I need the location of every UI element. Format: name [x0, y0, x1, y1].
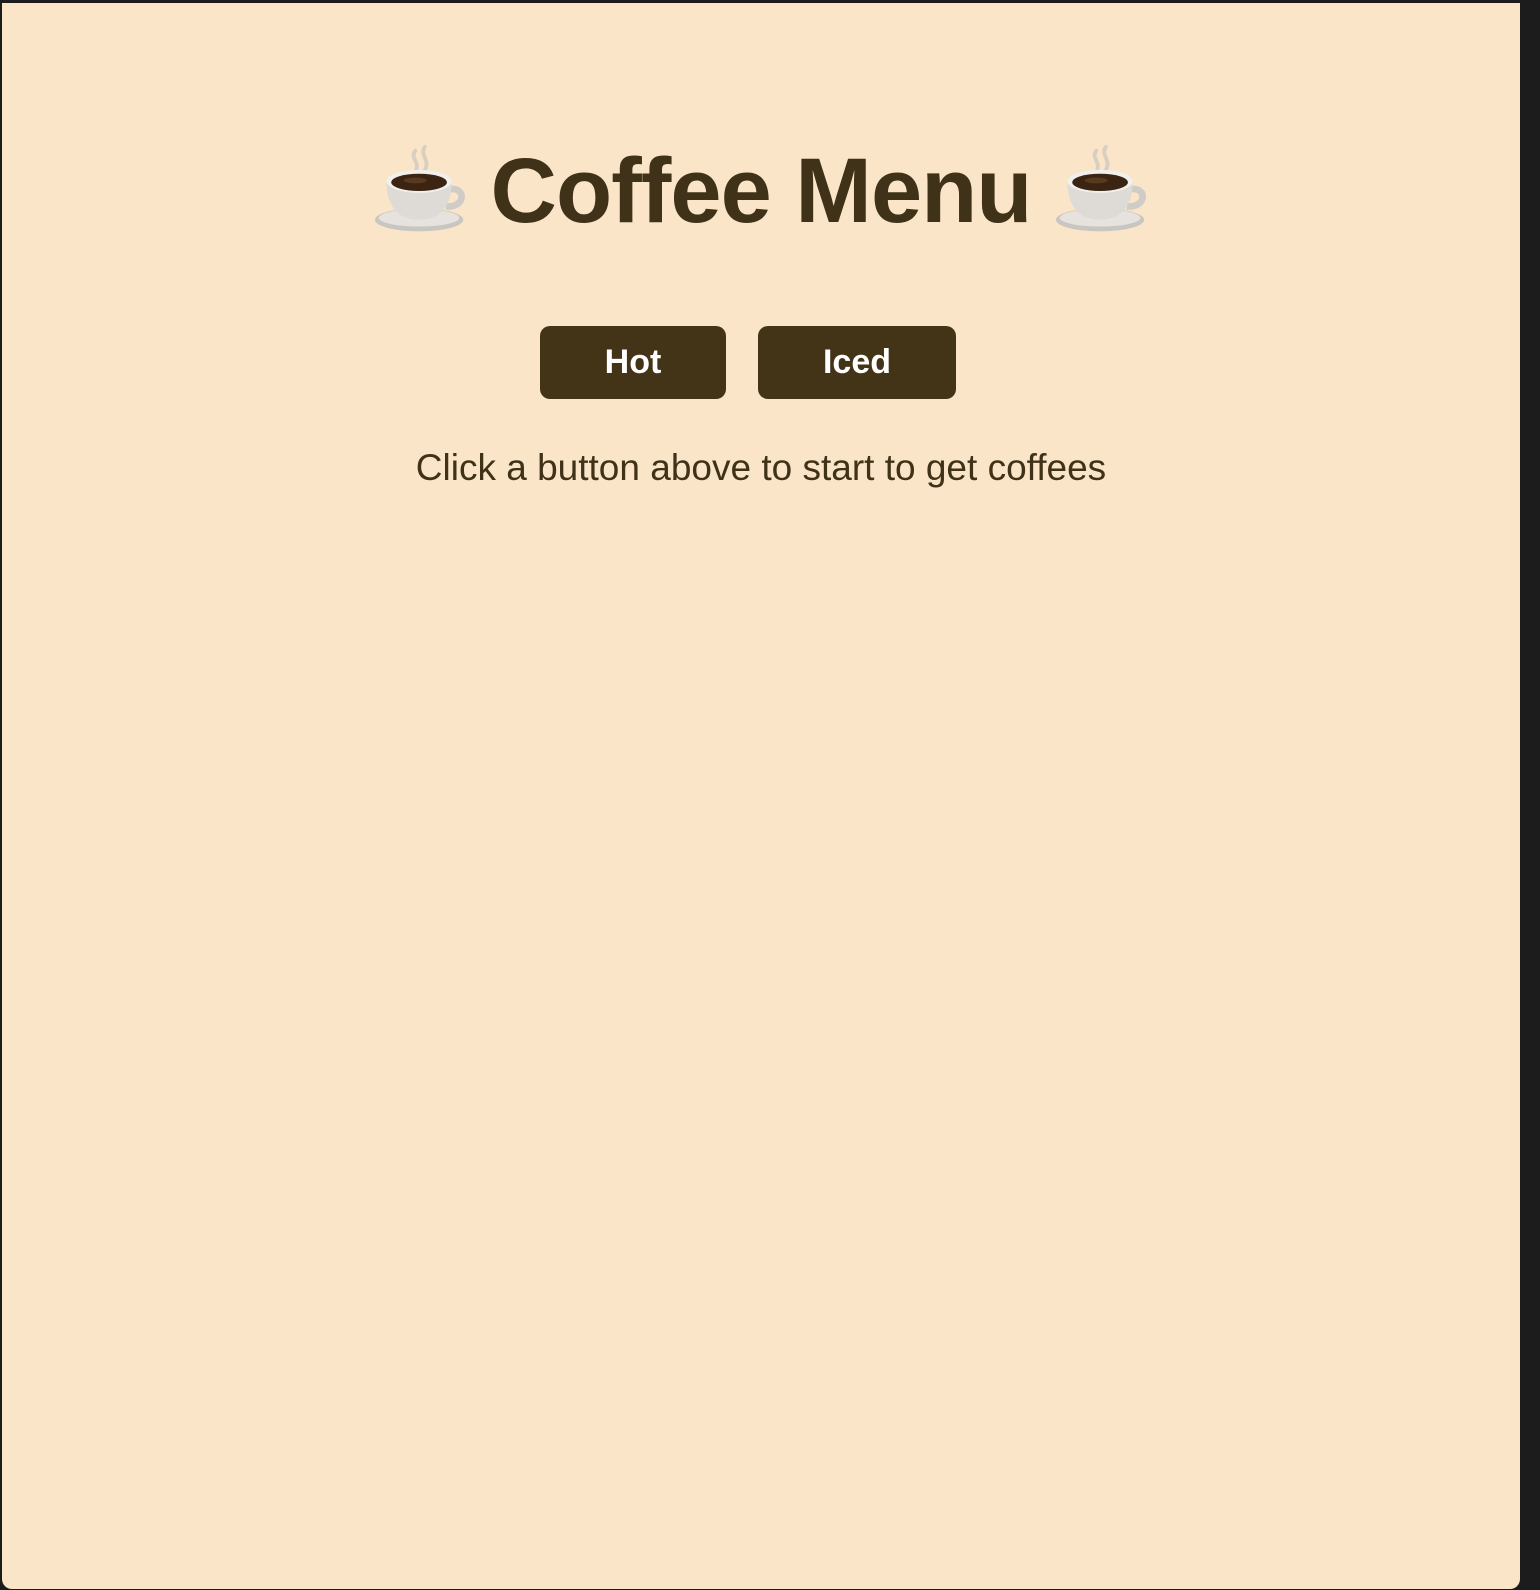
coffee-cup-icon [1055, 144, 1146, 232]
app-window: Coffee Menu Hot Iced Click a button abov… [2, 3, 1520, 1589]
page-header: Coffee Menu [2, 141, 1520, 241]
page-title: Coffee Menu [490, 140, 1033, 242]
coffee-cup-icon [374, 144, 465, 232]
filter-buttons: Hot Iced [2, 326, 1520, 399]
hot-button[interactable]: Hot [540, 326, 726, 399]
instruction-text: Click a button above to start to get cof… [415, 447, 1107, 488]
iced-button[interactable]: Iced [758, 326, 956, 399]
